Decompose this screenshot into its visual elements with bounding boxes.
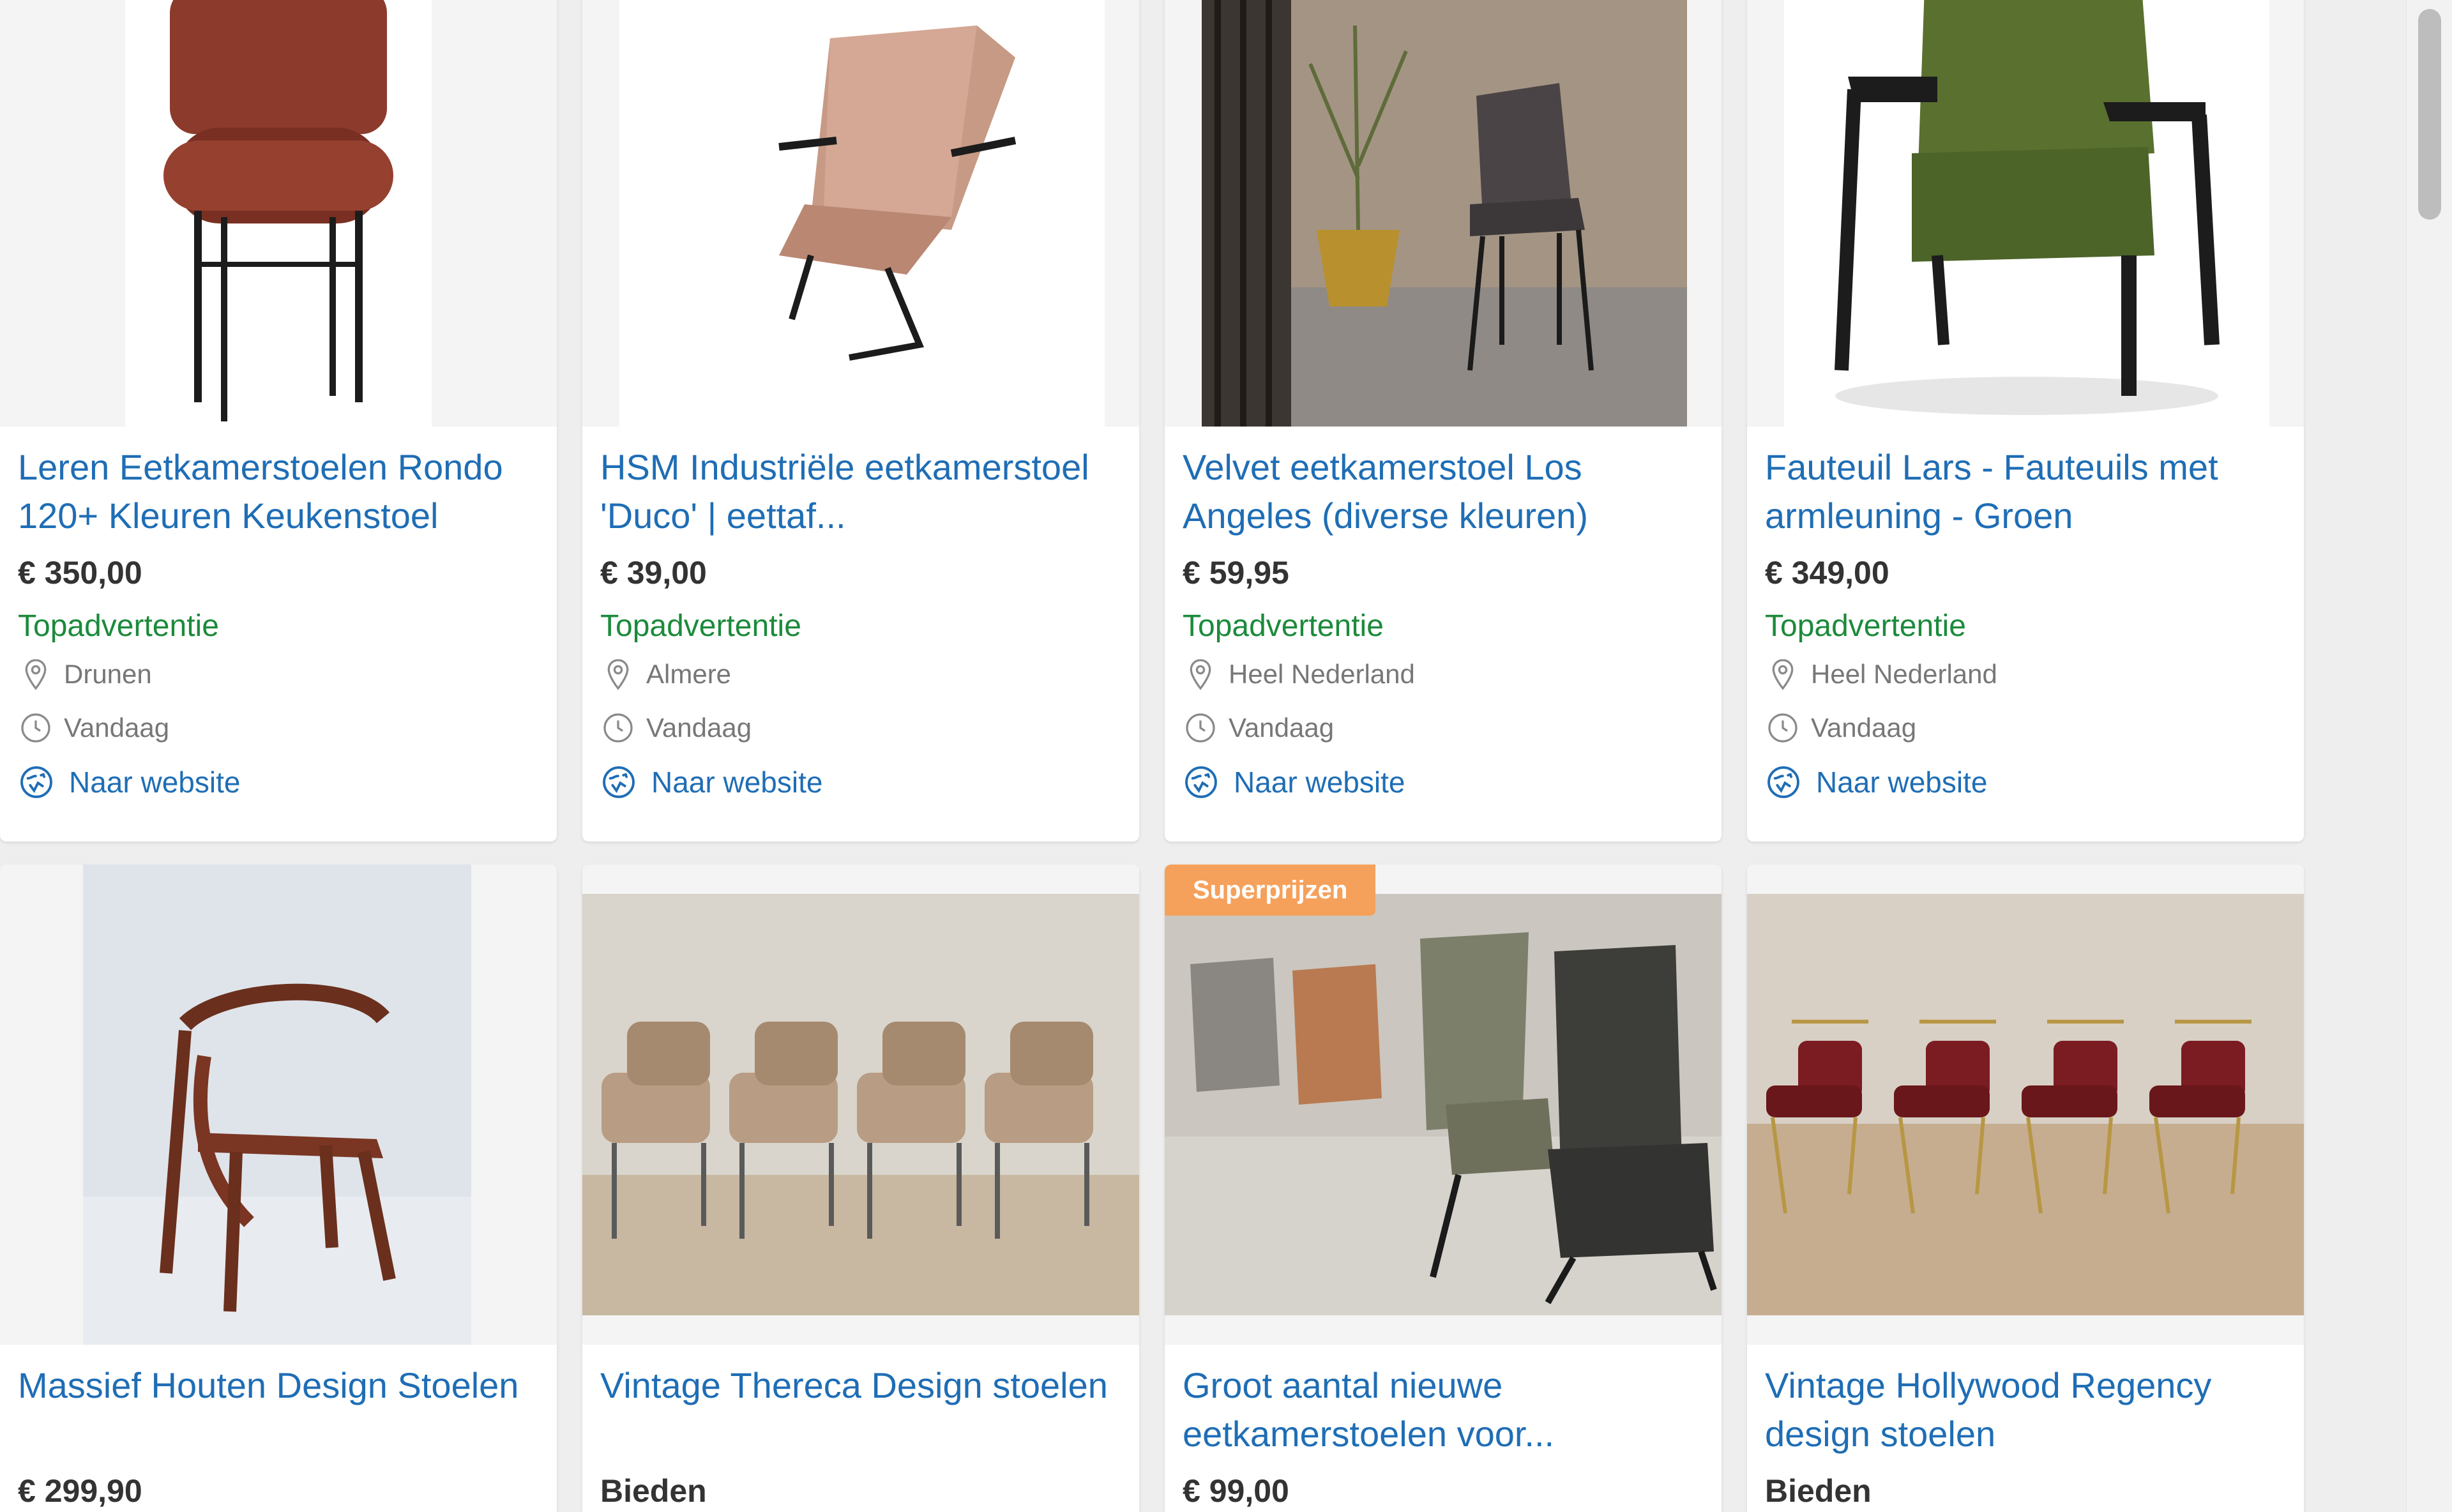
listing-price: € 39,00 <box>600 555 707 591</box>
listing-card[interactable]: Vintage Hollywood Regency design stoelen… <box>1747 865 2304 1512</box>
map-pin-icon <box>1772 659 1794 690</box>
date-text: Vandaag <box>646 713 752 743</box>
topad-label: Topadvertentie <box>1765 609 1966 643</box>
listing-location: Almere <box>600 647 1121 701</box>
link-text[interactable]: Naar website <box>1816 765 1987 799</box>
external-website-link[interactable]: Naar website <box>1183 755 1704 810</box>
listing-card[interactable]: Velvet eetkamerstoel Los Angeles (divers… <box>1165 0 1722 842</box>
listing-location: Drunen <box>18 647 539 701</box>
listing-date: Vandaag <box>1765 701 2286 755</box>
listing-price: € 99,00 <box>1183 1473 1289 1509</box>
external-website-icon <box>1767 766 1799 798</box>
map-pin-icon <box>1190 659 1211 690</box>
listing-card[interactable]: Leren Eetkamerstoelen Rondo 120+ Kleuren… <box>0 0 557 842</box>
listing-title[interactable]: Leren Eetkamerstoelen Rondo 120+ Kleuren… <box>18 443 539 540</box>
listing-price: Bieden <box>1765 1473 1872 1509</box>
chair-photo <box>1747 894 2304 1315</box>
listing-price: € 349,00 <box>1765 555 1889 591</box>
listing-title[interactable]: Vintage Hollywood Regency design stoelen <box>1765 1361 2286 1458</box>
chair-photo <box>125 0 432 427</box>
listing-title[interactable]: Velvet eetkamerstoel Los Angeles (divers… <box>1183 443 1704 540</box>
listing-title[interactable]: Fauteuil Lars - Fauteuils met armleuning… <box>1765 443 2286 540</box>
listing-image[interactable] <box>0 865 557 1345</box>
listing-price: € 299,90 <box>18 1473 142 1509</box>
listing-location: Heel Nederland <box>1765 647 2286 701</box>
clock-icon <box>1768 713 1797 743</box>
link-text[interactable]: Naar website <box>1234 765 1405 799</box>
listing-results-page: Leren Eetkamerstoelen Rondo 120+ Kleuren… <box>0 0 2452 1512</box>
date-text: Vandaag <box>1811 713 1917 743</box>
map-pin-icon <box>607 659 629 690</box>
scrollbar-thumb[interactable] <box>2418 9 2441 220</box>
map-pin-icon <box>25 659 47 690</box>
listing-card[interactable]: Fauteuil Lars - Fauteuils met armleuning… <box>1747 0 2304 842</box>
listing-image[interactable] <box>582 865 1139 1345</box>
external-website-icon <box>603 766 635 798</box>
location-text: Heel Nederland <box>1811 659 1997 689</box>
external-website-icon <box>20 766 52 798</box>
listing-card[interactable]: HSM Industriële eetkamerstoel 'Duco' | e… <box>582 0 1139 842</box>
listing-price: Bieden <box>600 1473 707 1509</box>
listing-price: € 59,95 <box>1183 555 1289 591</box>
date-text: Vandaag <box>1229 713 1335 743</box>
chair-photo <box>1202 0 1687 427</box>
listing-card[interactable]: Vintage Thereca Design stoelen Bieden <box>582 865 1139 1512</box>
chair-photo <box>83 865 471 1345</box>
superprijzen-badge: Superprijzen <box>1165 865 1376 916</box>
topad-label: Topadvertentie <box>600 609 801 643</box>
listing-title[interactable]: Vintage Thereca Design stoelen <box>600 1361 1121 1458</box>
clock-icon <box>21 713 50 743</box>
listing-date: Vandaag <box>18 701 539 755</box>
chair-photo <box>582 894 1139 1315</box>
listing-card[interactable]: Massief Houten Design Stoelen € 299,90 <box>0 865 557 1512</box>
link-text[interactable]: Naar website <box>69 765 240 799</box>
listing-image[interactable] <box>1165 0 1722 427</box>
external-website-link[interactable]: Naar website <box>1765 755 2286 810</box>
listing-price: € 350,00 <box>18 555 142 591</box>
external-website-icon <box>1185 766 1217 798</box>
listing-grid: Leren Eetkamerstoelen Rondo 120+ Kleuren… <box>0 0 2306 1512</box>
external-website-link[interactable]: Naar website <box>600 755 1121 810</box>
listing-image[interactable] <box>1747 0 2304 427</box>
listing-image[interactable] <box>1747 865 2304 1345</box>
location-text: Drunen <box>64 659 152 689</box>
topad-label: Topadvertentie <box>18 609 219 643</box>
date-text: Vandaag <box>64 713 170 743</box>
chair-photo <box>1784 0 2269 427</box>
topad-label: Topadvertentie <box>1183 609 1384 643</box>
chair-photo <box>1165 894 1722 1315</box>
listing-card[interactable]: Superprijzen Groot aantal nieuwe eetkame… <box>1165 865 1722 1512</box>
listing-title[interactable]: Massief Houten Design Stoelen <box>18 1361 539 1458</box>
listing-title[interactable]: HSM Industriële eetkamerstoel 'Duco' | e… <box>600 443 1121 540</box>
listing-date: Vandaag <box>1183 701 1704 755</box>
clock-icon <box>1186 713 1215 743</box>
listing-location: Heel Nederland <box>1183 647 1704 701</box>
chair-photo <box>619 0 1105 427</box>
listing-image[interactable] <box>0 0 557 427</box>
listing-image[interactable] <box>582 0 1139 427</box>
location-text: Almere <box>646 659 732 689</box>
vertical-scrollbar[interactable] <box>2406 0 2452 1512</box>
external-website-link[interactable]: Naar website <box>18 755 539 810</box>
listing-image[interactable]: Superprijzen <box>1165 865 1722 1345</box>
location-text: Heel Nederland <box>1229 659 1415 689</box>
listing-date: Vandaag <box>600 701 1121 755</box>
clock-icon <box>603 713 633 743</box>
link-text[interactable]: Naar website <box>651 765 822 799</box>
listing-title[interactable]: Groot aantal nieuwe eetkamerstoelen voor… <box>1183 1361 1704 1458</box>
